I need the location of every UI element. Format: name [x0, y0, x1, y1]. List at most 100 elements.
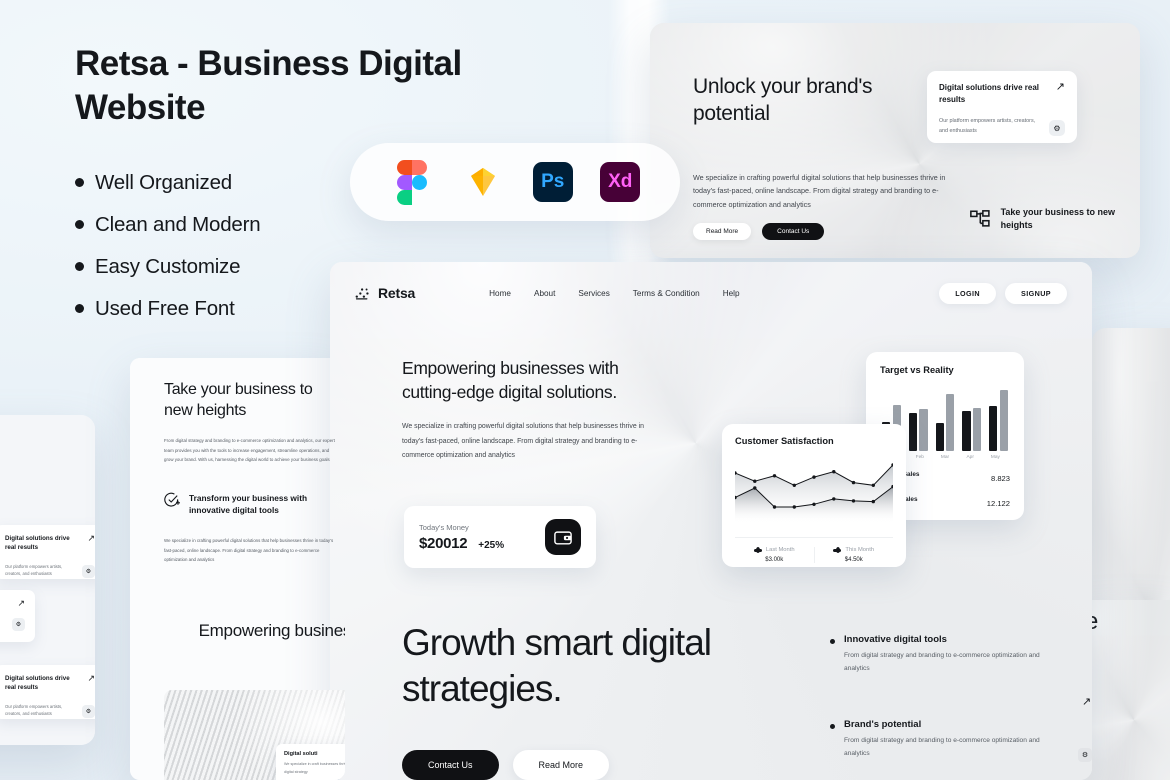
photoshop-icon: Ps [532, 162, 573, 202]
hero-panel-buttons: Read More Contact Us [693, 223, 825, 240]
bar-target [999, 389, 1008, 451]
data-point [753, 479, 757, 483]
mini-solutions-card: Digital solutions drive real results ↗ O… [0, 665, 95, 719]
nav-item-about[interactable]: About [534, 289, 555, 298]
contact-us-button[interactable]: Contact Us [402, 750, 499, 780]
main-website-mock: Retsa Home About Services Terms & Condit… [330, 262, 1092, 780]
money-delta: +25% [478, 539, 505, 551]
gear-icon[interactable]: ⚙ [82, 704, 95, 718]
bar-target [946, 393, 955, 451]
legend-value: $3.00k [765, 557, 784, 563]
nav-item-home[interactable]: Home [489, 289, 511, 298]
nav-item-help[interactable]: Help [723, 289, 740, 298]
data-point [792, 505, 796, 509]
customer-satisfaction-chart-card: Customer Satisfaction Last Month $3.00k … [722, 424, 906, 567]
data-point [832, 497, 836, 501]
far-left-heading: cutting-edge s [0, 447, 95, 469]
data-point [792, 483, 796, 487]
adobe-xd-label: Xd [608, 171, 633, 192]
arrow-up-right-icon: ↗ [87, 673, 95, 683]
bar-reality [935, 422, 944, 451]
sitemap-icon [970, 210, 990, 227]
left-panel-feature: Transform your business with innovative … [164, 492, 319, 516]
feature-label: Used Free Font [95, 296, 235, 320]
brand-name: Retsa [378, 285, 416, 301]
contact-us-button[interactable]: Contact Us [762, 223, 825, 240]
bullet-dot-icon [75, 178, 84, 188]
bullet-title: Innovative digital tools [844, 634, 947, 645]
left-panel-feature-text: Transform your business with innovative … [189, 493, 308, 516]
bar-reality [962, 410, 971, 451]
design-tools-pill: Ps Xd [350, 143, 680, 221]
data-point [871, 483, 875, 487]
main-hero-heading: Empowering businesses with cutting-edge … [402, 358, 619, 402]
login-button[interactable]: LOGIN [939, 282, 997, 304]
data-point [851, 480, 856, 485]
chart-title: Customer Satisfaction [735, 436, 834, 446]
chart-title: Target vs Reality [880, 365, 954, 375]
feature-label: Easy Customize [95, 254, 241, 278]
image-overlay-card: Digital soluti We specialize in craft bu… [276, 744, 345, 780]
nav-item-terms[interactable]: Terms & Condition [633, 289, 700, 298]
data-point [851, 499, 856, 503]
stat-value: 8.823 [990, 473, 1010, 483]
main-bullet-list: Innovative digital tools From digital st… [830, 634, 1062, 780]
data-point [812, 475, 816, 479]
money-amount: $20012 [419, 534, 468, 552]
mini-card-desc: Our platform empowers artists, creators,… [5, 563, 63, 577]
bar-x-label: Apr [966, 455, 974, 460]
left-panel-heading: Take your business to new heights [164, 381, 313, 419]
bullet-dot-icon [830, 723, 835, 729]
bar-x-label: May [990, 455, 1000, 460]
data-point [772, 505, 777, 509]
list-item: Innovative digital tools From digital st… [830, 634, 1062, 676]
signup-button[interactable]: SIGNUP [1005, 282, 1067, 304]
data-point [753, 486, 757, 490]
sketch-icon [461, 160, 505, 204]
main-big-heading: Growth smart digital strategies. [402, 622, 712, 709]
bar-group [989, 385, 1008, 451]
bullet-dot-icon [75, 262, 84, 272]
mini-card-title: Digital solutions drive real results [5, 535, 70, 552]
main-hero-paragraph: We specialize in crafting powerful digit… [402, 423, 644, 459]
gear-icon[interactable]: ⚙ [12, 618, 25, 632]
bar-group [962, 385, 982, 451]
chart-legend: Last Month $3.00k This Month $4.50k [735, 537, 893, 563]
data-point [871, 499, 875, 504]
data-point [772, 474, 777, 478]
nav-item-services[interactable]: Services [578, 289, 609, 298]
legend-name: This Month [845, 547, 875, 553]
wallet-icon [545, 519, 581, 555]
bullet-desc: From digital strategy and branding to e-… [844, 652, 1040, 672]
todays-money-card: Today's Money $20012 +25% [404, 506, 596, 568]
legend-value: $4.50k [844, 557, 863, 563]
heights-feature: Take your business to new heights [970, 206, 1140, 232]
mini-card-title: Digital solutions drive real results [5, 675, 70, 692]
arrow-up-right-icon: ↗ [1082, 696, 1092, 708]
bar-reality [908, 413, 917, 451]
hero-mock-panel: Unlock your brand's potential We special… [650, 23, 1140, 258]
arrow-up-right-icon: ↗ [17, 598, 25, 608]
bar-target [973, 408, 982, 451]
gear-icon[interactable]: ⚙ [1049, 120, 1065, 137]
legend-marker-icon [833, 547, 842, 553]
area-chart-plot [733, 463, 895, 522]
legend-item: This Month $4.50k [813, 547, 894, 563]
arrow-up-right-icon[interactable]: ↗ [1056, 82, 1065, 93]
solutions-card: Digital solutions drive real results ↗ O… [927, 71, 1077, 143]
gear-icon[interactable]: ⚙ [82, 564, 95, 578]
read-more-button[interactable]: Read More [512, 750, 610, 780]
figma-icon [390, 160, 434, 205]
left-panel-paragraph: From digital strategy and branding to e-… [164, 438, 335, 463]
hero-panel-body: We specialize in crafting powerful digit… [693, 173, 946, 209]
brand[interactable]: Retsa [355, 285, 415, 301]
read-more-button[interactable]: Read More [693, 223, 752, 240]
photoshop-label: Ps [541, 171, 565, 192]
legend-marker-icon [753, 547, 762, 553]
arrow-up-right-icon: ↗ [87, 533, 95, 543]
heights-label: Take your business to new heights [1000, 207, 1115, 231]
legend-name: Last Month [765, 547, 795, 553]
poster-canvas: Retsa - Business Digital Website Well Or… [0, 0, 1170, 780]
gear-icon[interactable]: ⚙ [1078, 748, 1092, 762]
nav-actions: LOGIN SIGNUP [939, 282, 1067, 304]
